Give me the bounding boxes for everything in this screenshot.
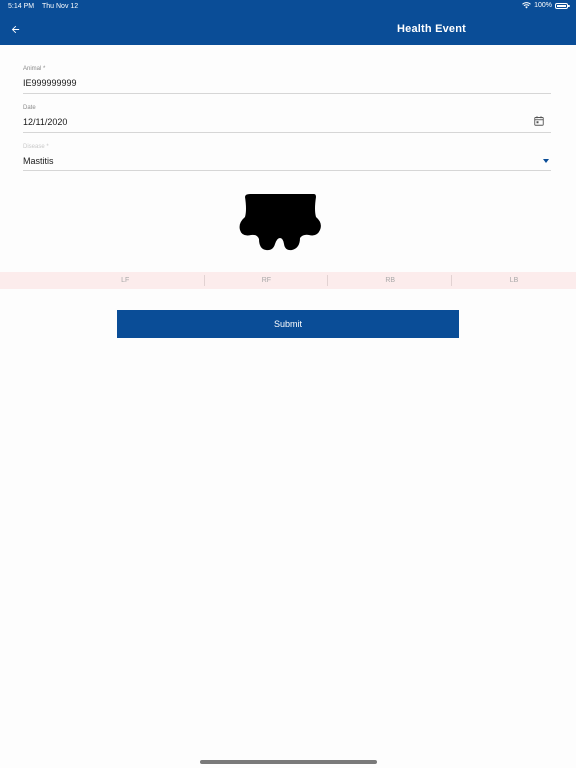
date-label: Date xyxy=(23,105,36,111)
status-date: Thu Nov 12 xyxy=(42,3,79,10)
animal-label: Animal * xyxy=(23,66,46,72)
status-indicators: 100% xyxy=(522,2,570,9)
back-button[interactable] xyxy=(6,20,24,38)
app-bar: Health Event xyxy=(0,14,576,45)
status-time: 5:14 PM xyxy=(8,3,35,10)
arrow-left-icon xyxy=(11,25,19,33)
quarter-lf[interactable]: LF xyxy=(0,272,205,289)
battery-percent: 100% xyxy=(534,2,552,9)
quarter-selector: LF RF RB LB xyxy=(0,272,576,289)
animal-value: IE999999999 xyxy=(23,78,77,88)
calendar-icon[interactable] xyxy=(533,115,545,127)
disease-value: Mastitis xyxy=(23,156,54,166)
disease-label: Disease * xyxy=(23,144,49,150)
wifi-icon xyxy=(522,2,531,9)
udder-icon xyxy=(239,194,321,251)
date-value: 12/11/2020 xyxy=(23,117,68,127)
dropdown-arrow-icon[interactable] xyxy=(543,159,549,163)
page-title: Health Event xyxy=(397,23,467,35)
status-bar: 5:14 PM Thu Nov 12 100% xyxy=(0,0,576,14)
home-indicator xyxy=(200,760,377,764)
quarter-rf[interactable]: RF xyxy=(205,272,329,289)
submit-button[interactable]: Submit xyxy=(117,310,459,338)
date-field[interactable]: Date 12/11/2020 xyxy=(23,101,551,133)
quarter-lb[interactable]: LB xyxy=(452,272,576,289)
disease-select[interactable]: Disease * Mastitis xyxy=(23,141,551,171)
battery-icon xyxy=(555,2,570,9)
animal-field[interactable]: Animal * IE999999999 xyxy=(23,62,551,94)
quarter-rb[interactable]: RB xyxy=(328,272,452,289)
